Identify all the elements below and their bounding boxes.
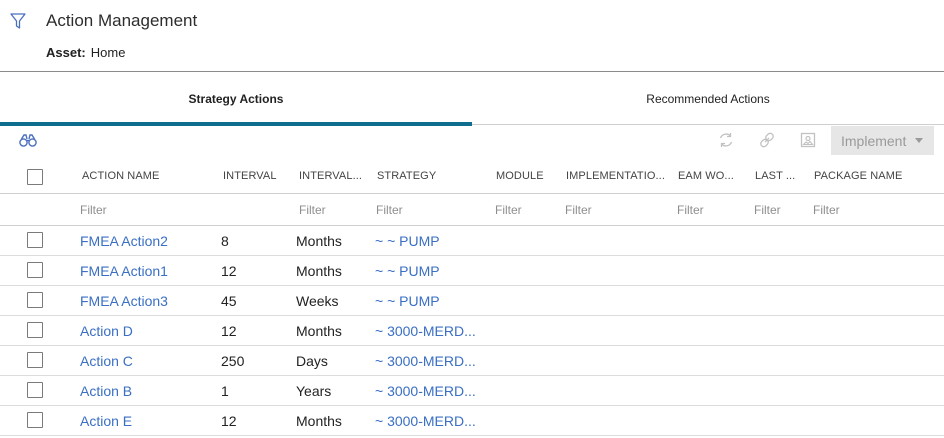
interval-unit-value: Days [296, 352, 328, 369]
implement-label: Implement [841, 132, 907, 149]
column-header-interval-units[interactable]: INTERVAL... [299, 158, 371, 193]
filter-icon[interactable] [10, 12, 26, 30]
row-checkbox[interactable] [27, 292, 43, 308]
tab-label: Strategy Actions [188, 91, 284, 106]
interval-unit-value: Months [296, 322, 342, 339]
action-name-link[interactable]: Action E [80, 406, 215, 435]
page-header: Action Management Asset: Home [0, 0, 944, 72]
filter-module-input[interactable]: Filter [495, 194, 555, 225]
row-checkbox[interactable] [27, 412, 43, 428]
filter-strategy-input[interactable]: Filter [376, 194, 476, 225]
asset-breadcrumb: Asset: Home [46, 45, 125, 60]
select-all-checkbox[interactable] [27, 169, 43, 185]
row-checkbox[interactable] [27, 382, 43, 398]
action-name-link[interactable]: Action B [80, 376, 215, 405]
column-header-action-name[interactable]: ACTION NAME [82, 158, 217, 193]
filter-package-name-input[interactable]: Filter [813, 194, 933, 225]
table-row: Action B 1 Years ~ 3000-MERD... [0, 376, 944, 406]
action-name-link[interactable]: FMEA Action2 [80, 226, 215, 255]
refresh-icon[interactable] [717, 131, 735, 149]
interval-unit-value: Months [296, 232, 342, 249]
table-row: FMEA Action3 45 Weeks ~ ~ PUMP [0, 286, 944, 316]
strategy-link[interactable]: ~ ~ PUMP [375, 226, 475, 255]
column-header-eam-work-order[interactable]: EAM WO... [678, 158, 746, 193]
table-row: FMEA Action2 8 Months ~ ~ PUMP [0, 226, 944, 256]
interval-unit-value: Weeks [296, 292, 339, 309]
strategy-link[interactable]: ~ 3000-MERD... [375, 376, 475, 405]
tab-strategy-actions[interactable]: Strategy Actions [0, 72, 472, 126]
row-checkbox[interactable] [27, 232, 43, 248]
strategy-link[interactable]: ~ ~ PUMP [375, 256, 475, 285]
asset-value: Home [90, 45, 126, 60]
binoculars-icon[interactable] [19, 134, 37, 147]
strategy-link[interactable]: ~ 3000-MERD... [375, 406, 475, 435]
action-name-link[interactable]: Action D [80, 316, 215, 345]
link-icon[interactable] [758, 131, 776, 149]
strategy-link[interactable]: ~ ~ PUMP [375, 286, 475, 315]
interval-value: 12 [221, 322, 237, 339]
filter-interval-units-input[interactable]: Filter [299, 194, 371, 225]
tab-bar: Strategy Actions Recommended Actions [0, 72, 944, 126]
row-checkbox[interactable] [27, 262, 43, 278]
interval-unit-value: Months [296, 412, 342, 429]
action-name-link[interactable]: Action C [80, 346, 215, 375]
table-row: FMEA Action1 12 Months ~ ~ PUMP [0, 256, 944, 286]
row-checkbox[interactable] [27, 352, 43, 368]
column-header-package-name[interactable]: PACKAGE NAME [814, 158, 934, 193]
column-header-module[interactable]: MODULE [496, 158, 556, 193]
implement-button[interactable]: Implement [831, 126, 934, 155]
filter-eam-work-order-input[interactable]: Filter [677, 194, 745, 225]
interval-value: 8 [221, 232, 229, 249]
table-row: Action E 12 Months ~ 3000-MERD... [0, 406, 944, 436]
column-header-strategy[interactable]: STRATEGY [377, 158, 477, 193]
strategy-link[interactable]: ~ 3000-MERD... [375, 346, 475, 375]
grid-header-row: ACTION NAME INTERVAL INTERVAL... STRATEG… [0, 158, 944, 194]
interval-value: 45 [221, 292, 237, 309]
row-checkbox[interactable] [27, 322, 43, 338]
asset-label: Asset: [46, 45, 86, 60]
strategy-link[interactable]: ~ 3000-MERD... [375, 316, 475, 345]
toolbar: Implement [0, 125, 944, 155]
interval-unit-value: Years [296, 382, 332, 399]
table-row: Action D 12 Months ~ 3000-MERD... [0, 316, 944, 346]
interval-value: 1 [221, 382, 229, 399]
chevron-down-icon[interactable] [915, 138, 923, 143]
page-title: Action Management [46, 11, 198, 30]
filter-last-input[interactable]: Filter [754, 194, 802, 225]
filter-action-name-input[interactable]: Filter [80, 194, 215, 225]
column-header-interval[interactable]: INTERVAL [223, 158, 293, 193]
action-name-link[interactable]: FMEA Action3 [80, 286, 215, 315]
grid-filter-row: Filter Filter Filter Filter Filter Filte… [0, 194, 944, 226]
interval-value: 250 [221, 352, 245, 369]
action-name-link[interactable]: FMEA Action1 [80, 256, 215, 285]
tab-label: Recommended Actions [646, 91, 770, 106]
image-icon[interactable] [799, 131, 817, 149]
tab-recommended-actions[interactable]: Recommended Actions [472, 72, 944, 125]
table-row: Action C 250 Days ~ 3000-MERD... [0, 346, 944, 376]
interval-value: 12 [221, 262, 237, 279]
column-header-implementation[interactable]: IMPLEMENTATIO... [566, 158, 664, 193]
filter-implementation-input[interactable]: Filter [565, 194, 663, 225]
column-header-last[interactable]: LAST ... [755, 158, 803, 193]
interval-value: 12 [221, 412, 237, 429]
interval-unit-value: Months [296, 262, 342, 279]
